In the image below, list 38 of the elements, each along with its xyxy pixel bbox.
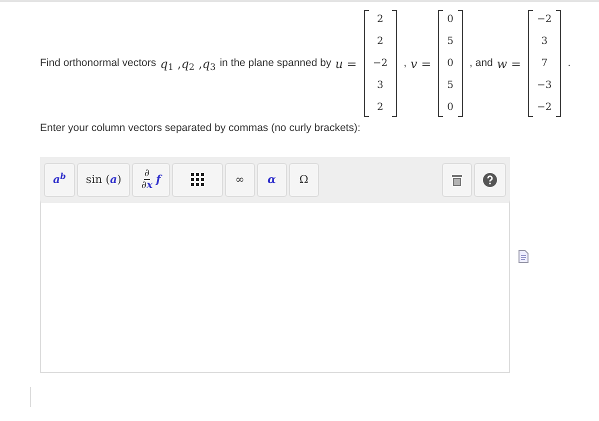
vector-entry: 0 <box>447 101 454 115</box>
insert-symbol-button[interactable]: α <box>256 162 287 197</box>
help-button[interactable] <box>474 162 506 197</box>
vector-entry: 2 <box>377 13 384 27</box>
matrix-button[interactable] <box>172 162 223 197</box>
help-icon <box>483 172 497 187</box>
math-expression: w = <box>496 56 522 72</box>
vector-entry: 2 <box>377 35 384 49</box>
insert-symbol-button[interactable]: ∞ <box>224 162 255 197</box>
trash-icon <box>452 174 462 186</box>
vector-entry: 3 <box>541 35 548 49</box>
vector-entry: 5 <box>447 79 454 93</box>
vector-entry: 5 <box>447 35 454 49</box>
problem-text: , and <box>470 56 493 71</box>
vector-entry: −2 <box>537 101 552 115</box>
insert-symbol-button[interactable]: sin (a) <box>76 162 130 197</box>
insert-symbol-button[interactable]: Ω <box>288 162 319 197</box>
vector-entry: 2 <box>377 101 384 115</box>
derivative-button[interactable]: ∂ ∂x f <box>132 162 170 197</box>
vector-entry: −2 <box>372 57 388 71</box>
vector-entry: −2 <box>537 13 552 27</box>
instruction-text: Enter your column vectors separated by commas (no curly brackets): <box>40 121 362 136</box>
math-expression: q$_{1}$ ,q$_{2}$ ,q$_{3}$ <box>160 56 216 72</box>
problem-text: , <box>404 56 406 71</box>
vector-entry: 0 <box>447 57 454 71</box>
problem-text: in the plane spanned by <box>220 56 332 71</box>
document-icon <box>518 250 529 263</box>
math-expression: v = <box>410 56 432 72</box>
grid-icon <box>190 173 204 186</box>
problem-text: Find orthonormal vectors <box>40 56 156 71</box>
vector-entry: 0 <box>447 13 454 27</box>
insert-symbol-button[interactable]: a$^{b}$ <box>44 162 75 197</box>
math-expression: u = <box>335 56 357 72</box>
problem-text: . <box>568 56 571 71</box>
vector-entry: −3 <box>537 79 552 93</box>
vector-entry: 3 <box>377 79 384 93</box>
delete-button[interactable] <box>442 162 472 197</box>
vector-entry: 7 <box>541 57 548 71</box>
